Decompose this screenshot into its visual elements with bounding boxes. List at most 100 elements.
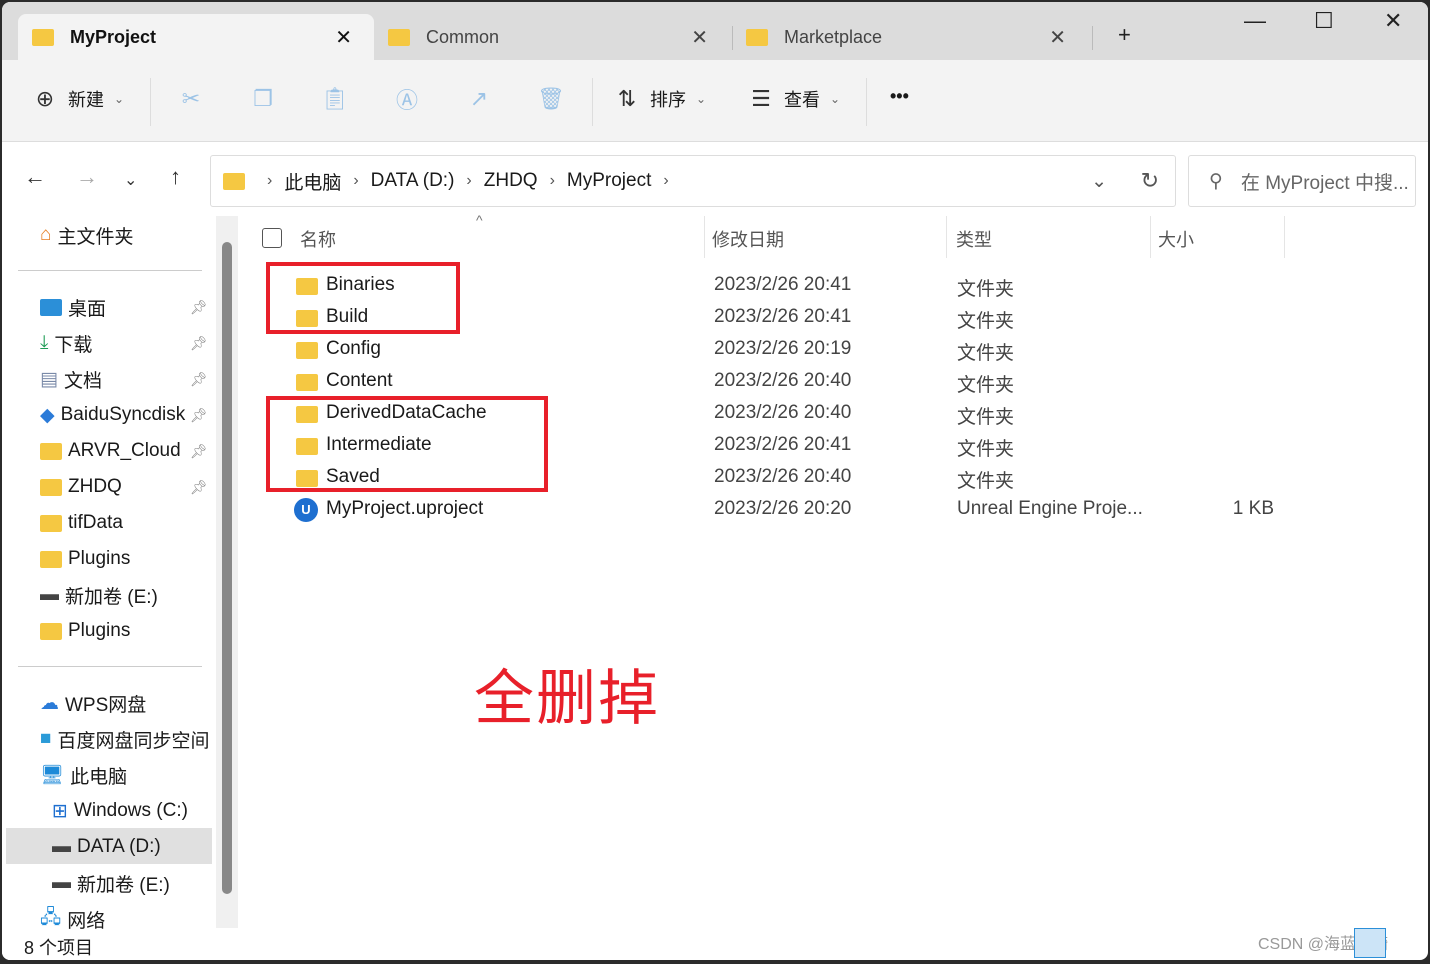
file-date: 2023/2/26 20:40 <box>714 466 852 487</box>
sidebar-item-zhdq[interactable]: ZHDQ 📌︎ <box>40 472 208 502</box>
clipboard-icon: 📋︎ <box>321 86 349 111</box>
close-window-button[interactable]: ✕ <box>1384 8 1402 34</box>
column-header-type[interactable]: 类型 <box>956 226 992 252</box>
sidebar-item-desktop[interactable]: 桌面 📌︎ <box>40 292 208 322</box>
close-tab-icon[interactable]: ✕ <box>691 25 708 50</box>
breadcrumb-item[interactable]: 此电脑 <box>284 168 341 195</box>
file-date: 2023/2/26 20:20 <box>714 498 852 519</box>
sidebar-label: 新加卷 (E:) <box>65 586 158 608</box>
drive-icon: ▬ <box>40 584 59 605</box>
sidebar-item-baidu-netdisk[interactable]: ■ 百度网盘同步空间 <box>40 724 210 754</box>
address-dropdown[interactable]: ⌄ <box>1091 170 1107 193</box>
back-button[interactable]: ← <box>24 164 46 190</box>
tab-label: MyProject <box>70 26 157 47</box>
sidebar-label: 新加卷 (E:) <box>77 874 170 896</box>
folder-icon <box>40 550 62 568</box>
file-size: 1 KB <box>1232 498 1274 519</box>
download-icon: ⤓ <box>40 332 49 353</box>
column-header-size[interactable]: 大小 <box>1158 226 1194 252</box>
sidebar-item-drive-e[interactable]: ▬ 新加卷 (E:) <box>52 868 170 898</box>
folder-icon <box>223 172 245 190</box>
view-button[interactable]: ☰ 查看 ⌄ <box>748 86 840 112</box>
sidebar-item-wps[interactable]: ☁ WPS网盘 <box>40 688 146 718</box>
folder-icon <box>388 28 410 46</box>
rename-button[interactable]: Ⓐ <box>394 86 420 113</box>
pin-icon: 📌︎ <box>190 478 208 495</box>
close-tab-icon[interactable]: ✕ <box>1049 25 1066 50</box>
folder-icon <box>296 342 318 359</box>
new-label: 新建 <box>68 90 104 110</box>
sidebar-item-arvr-cloud[interactable]: ARVR_Cloud 📌︎ <box>40 436 208 466</box>
sidebar-item-plugins[interactable]: Plugins <box>40 544 130 574</box>
paste-button[interactable]: 📋︎ <box>321 86 349 112</box>
sidebar-scrollbar[interactable] <box>216 216 238 928</box>
sidebar-item-tifdata[interactable]: tifData <box>40 508 123 538</box>
details-view-button[interactable] <box>1354 928 1386 958</box>
desktop-icon <box>40 298 62 316</box>
address-bar[interactable]: › 此电脑 › DATA (D:) › ZHDQ › MyProject › ⌄ ↻ <box>210 155 1176 207</box>
file-name: Config <box>326 338 381 359</box>
file-type: 文件夹 <box>957 407 1015 428</box>
sidebar-label: 文档 <box>63 370 102 392</box>
annotation-text: 全删掉 <box>474 665 660 732</box>
new-tab-button[interactable]: + <box>1118 22 1131 48</box>
sort-button[interactable]: ⇅ 排序 ⌄ <box>614 86 706 112</box>
view-label: 查看 <box>784 90 820 110</box>
baidu-icon: ◆ <box>40 404 55 426</box>
share-button[interactable]: ↗ <box>466 86 492 112</box>
file-list: ^ 名称 修改日期 类型 大小 Binaries 2023/2/26 20:41 文… <box>242 212 1428 932</box>
minimize-button[interactable]: — <box>1244 8 1266 34</box>
cut-button[interactable]: ✂ <box>178 86 204 112</box>
copy-icon: ❐ <box>253 86 273 111</box>
copy-button[interactable]: ❐ <box>250 86 276 112</box>
sidebar-item-this-pc[interactable]: 🖥︎ 此电脑 <box>40 760 127 790</box>
sidebar-item-volume-e[interactable]: ▬ 新加卷 (E:) <box>40 580 158 610</box>
breadcrumb-item[interactable]: DATA (D:) <box>371 170 455 192</box>
file-row[interactable]: Content 2023/2/26 20:40 文件夹 <box>242 366 1342 398</box>
search-input[interactable]: ⚲ 在 MyProject 中搜... <box>1188 155 1416 207</box>
recent-dropdown[interactable]: ⌄ <box>124 170 137 190</box>
new-button[interactable]: ⊕ 新建 ⌄ <box>32 86 124 112</box>
close-tab-icon[interactable]: ✕ <box>335 25 352 50</box>
folder-icon <box>296 374 318 391</box>
column-header-date[interactable]: 修改日期 <box>712 226 784 252</box>
trash-icon: 🗑︎ <box>537 86 565 111</box>
file-explorer-window: MyProject ✕ Common ✕ Marketplace ✕ + — ☐ ✕ … <box>2 2 1428 960</box>
tab-marketplace[interactable]: Marketplace ✕ <box>732 14 1088 60</box>
sidebar-item-plugins-2[interactable]: Plugins <box>40 616 130 646</box>
sidebar-item-network[interactable]: 🖧 网络 <box>40 904 105 934</box>
folder-icon <box>32 28 54 46</box>
pin-icon: 📌︎ <box>190 442 208 459</box>
sidebar-item-downloads[interactable]: ⤓ 下载 📌︎ <box>40 328 208 358</box>
file-type: 文件夹 <box>957 471 1015 492</box>
more-button[interactable]: ••• <box>890 86 909 107</box>
sidebar-item-drive-d[interactable]: ▬ DATA (D:) <box>52 832 161 862</box>
drive-icon: ▬ <box>52 872 71 893</box>
tiles-view-button[interactable] <box>1390 928 1422 958</box>
file-type: 文件夹 <box>957 311 1015 332</box>
sidebar-item-baidusyncdisk[interactable]: ◆ BaiduSyncdisk 📌︎ <box>40 400 208 430</box>
navigation-pane: ⌂ 主文件夹 桌面 📌︎ ⤓ 下载 📌︎ ▤ 文档 📌︎ ◆ BaiduSyncdisk 📌︎ … <box>2 212 242 960</box>
breadcrumb-item[interactable]: ZHDQ <box>484 170 538 192</box>
tab-label: Common <box>426 26 500 47</box>
delete-button[interactable]: 🗑︎ <box>537 86 565 112</box>
tab-common[interactable]: Common ✕ <box>374 14 730 60</box>
highlight-box <box>266 262 460 334</box>
sidebar-item-documents[interactable]: ▤ 文档 📌︎ <box>40 364 208 394</box>
sidebar-item-home[interactable]: ⌂ 主文件夹 <box>40 220 134 250</box>
select-all-checkbox[interactable] <box>262 228 282 248</box>
network-icon: 🖧 <box>40 907 62 928</box>
breadcrumb-item[interactable]: MyProject <box>567 170 651 192</box>
refresh-icon[interactable]: ↻ <box>1141 168 1159 194</box>
file-row[interactable]: Config 2023/2/26 20:19 文件夹 <box>242 334 1342 366</box>
sidebar-item-drive-c[interactable]: ⊞ Windows (C:) <box>52 796 188 826</box>
up-button[interactable]: ↑ <box>170 164 181 190</box>
tab-myproject[interactable]: MyProject ✕ <box>18 14 374 60</box>
file-type: 文件夹 <box>957 375 1015 396</box>
maximize-button[interactable]: ☐ <box>1314 8 1334 34</box>
file-date: 2023/2/26 20:19 <box>714 338 852 359</box>
file-row[interactable]: U MyProject.uproject 2023/2/26 20:20 Unreal… <box>242 494 1342 526</box>
file-date: 2023/2/26 20:41 <box>714 274 852 295</box>
forward-button[interactable]: → <box>76 164 98 190</box>
column-header-name[interactable]: 名称 <box>300 226 336 252</box>
